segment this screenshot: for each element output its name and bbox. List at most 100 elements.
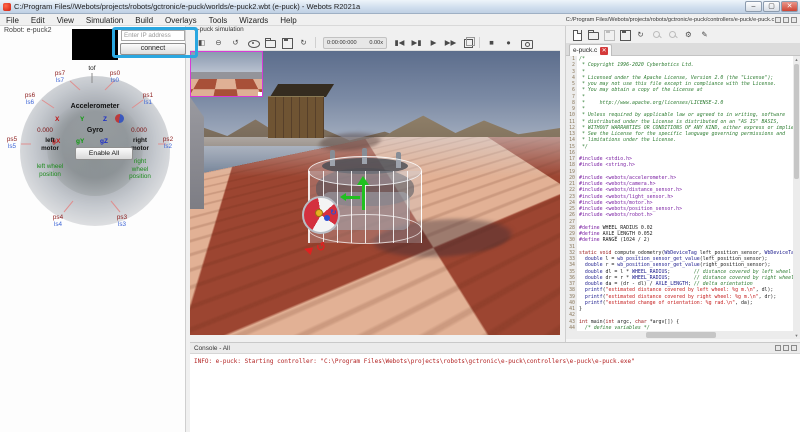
editor-dock-titlebar: C:/Program Files/Webots/projects/robots/…: [565, 14, 800, 26]
menu-overlays[interactable]: Overlays: [159, 16, 203, 25]
accelerometer-title: Accelerometer: [35, 103, 155, 110]
console-dock-minimize-icon[interactable]: [783, 345, 789, 351]
robot-window-panel: Robot: e-puck2 connect tof ps7ls7 ps0ls0…: [0, 26, 186, 432]
menu-simulation[interactable]: Simulation: [80, 16, 129, 25]
record-movie-icon[interactable]: ●: [501, 36, 516, 49]
sensor-label-ps4: ps4ls4: [46, 214, 70, 228]
close-button[interactable]: ✕: [781, 1, 798, 12]
open-file-icon[interactable]: [585, 28, 600, 41]
menu-help[interactable]: Help: [274, 16, 302, 25]
open-world-icon[interactable]: [262, 36, 277, 49]
restore-viewpoint-icon[interactable]: ↺: [228, 36, 243, 49]
camera-overlay[interactable]: [190, 51, 263, 97]
new-file-icon[interactable]: [569, 28, 584, 41]
minimize-button[interactable]: –: [745, 1, 762, 12]
editor-vertical-scrollbar[interactable]: ▲ ▼: [793, 56, 800, 339]
simulation-panel: e-puck simulation ◧⊖↺↻ 0:00:00:000 0.00x…: [190, 26, 560, 342]
camera-overlay-sky: [191, 52, 262, 72]
rendering-eye-icon[interactable]: [245, 36, 260, 49]
editor-dock-close-icon[interactable]: [791, 17, 797, 23]
fast-forward-icon[interactable]: ▶▶: [443, 36, 458, 49]
left-motor-label: left motor: [30, 137, 70, 152]
hscroll-thumb[interactable]: [646, 332, 716, 338]
editor-dock-minimize-icon[interactable]: [783, 17, 789, 23]
save-file-icon[interactable]: [601, 28, 616, 41]
console-panel: Console - All INFO: e-puck: Starting con…: [190, 342, 800, 432]
edit-pencil-icon[interactable]: ✎: [697, 28, 712, 41]
tab-close-icon[interactable]: ✕: [600, 47, 608, 55]
webots-logo-icon: [3, 3, 11, 11]
sensor-label-ps0: ps0ls0: [103, 70, 127, 84]
sensor-label-ps5: ps5ls5: [0, 136, 24, 150]
right-speed-value: 0.000: [124, 127, 154, 134]
simulation-time: 0:00:00:000: [327, 40, 357, 46]
console-dock-float-icon[interactable]: [775, 345, 781, 351]
editor-file-path: C:/Program Files/Webots/projects/robots/…: [565, 17, 775, 23]
vscroll-thumb[interactable]: [794, 64, 799, 179]
simulation-toolbar: ◧⊖↺↻ 0:00:00:000 0.00x ▮◀▶▮▶▶▶ ■●: [190, 35, 560, 51]
screenshot-camera-icon[interactable]: [518, 36, 533, 49]
window-title: C:/Program Files//Webots/projects/robots…: [14, 2, 360, 11]
simulation-tab[interactable]: e-puck simulation: [194, 26, 244, 33]
text-editor-panel: ↻ ⚙✎ e-puck.c ✕ 1/*2 * Copyright 1996-202…: [565, 26, 800, 342]
y-axis-arrow-head: [357, 176, 369, 185]
accel-x-label[interactable]: X: [55, 116, 59, 123]
find-icon[interactable]: [649, 28, 664, 41]
camera-overlay-floor: [190, 79, 263, 97]
green-handle-arrow[interactable]: [346, 196, 360, 199]
epuck-robot[interactable]: ↺ ↻: [300, 156, 430, 266]
simulation-speed: 0.00x: [369, 40, 383, 46]
editor-dock-float-icon[interactable]: [775, 17, 781, 23]
gyro-y-label[interactable]: gY: [76, 138, 84, 145]
tof-label: tof: [80, 65, 104, 72]
preferences-gear-icon[interactable]: ⚙: [681, 28, 696, 41]
3d-viewport[interactable]: ↺ ↻: [190, 51, 560, 335]
editor-tab-label: e-puck.c: [573, 47, 597, 54]
console-header: Console - All: [190, 343, 800, 354]
y-axis-arrow[interactable]: [362, 184, 365, 210]
wooden-crate[interactable]: [268, 96, 324, 138]
menu-view[interactable]: View: [51, 16, 80, 25]
editor-tab[interactable]: e-puck.c ✕: [569, 44, 612, 56]
left-speed-value: 0.000: [30, 127, 60, 134]
right-wheel-position-label[interactable]: right wheel position: [118, 158, 162, 181]
rewind-icon[interactable]: ▮◀: [392, 36, 407, 49]
z-rotation-icon[interactable]: ↻: [330, 208, 337, 217]
console-log-line: INFO: e-puck: Starting controller: "C:\P…: [194, 358, 635, 365]
play-icon[interactable]: ▶: [426, 36, 441, 49]
save-world-icon[interactable]: [279, 36, 294, 49]
accel-y-label[interactable]: Y: [80, 116, 84, 123]
simulation-time-display: 0:00:00:000 0.00x: [323, 37, 387, 49]
menu-tools[interactable]: Tools: [203, 16, 234, 25]
accel-z-label[interactable]: Z: [103, 116, 107, 123]
gyro-title: Gyro: [72, 127, 118, 134]
revert-file-icon[interactable]: ↻: [633, 28, 648, 41]
maximize-button[interactable]: ▢: [763, 1, 780, 12]
step-icon[interactable]: ▶▮: [409, 36, 424, 49]
save-as-icon[interactable]: [617, 28, 632, 41]
camera-overlay-resize-grip[interactable]: [258, 92, 262, 96]
annotation-highlight: [112, 27, 198, 58]
menu-wizards[interactable]: Wizards: [233, 16, 274, 25]
console-title: Console - All: [194, 345, 775, 352]
left-wheel-position-label[interactable]: left wheel position: [26, 163, 74, 178]
title-bar: C:/Program Files//Webots/projects/robots…: [0, 0, 800, 14]
editor-toolbar: ↻ ⚙✎: [566, 26, 800, 43]
console-dock-close-icon[interactable]: [791, 345, 797, 351]
menu-file[interactable]: File: [0, 16, 25, 25]
x-axis-arrow[interactable]: [303, 245, 313, 255]
menu-edit[interactable]: Edit: [25, 16, 51, 25]
sensor-label-ps7: ps7ls7: [48, 70, 72, 84]
editor-tab-bar: e-puck.c ✕: [566, 43, 800, 56]
editor-horizontal-scrollbar[interactable]: [566, 331, 794, 339]
replace-icon[interactable]: [665, 28, 680, 41]
sensor-label-ps3: ps3ls3: [110, 214, 134, 228]
world-reset-cube-icon[interactable]: [460, 36, 475, 49]
stop-movie-icon[interactable]: ■: [484, 36, 499, 49]
gyro-z-label[interactable]: gZ: [100, 138, 108, 145]
remove-object-icon[interactable]: ⊖: [211, 36, 226, 49]
reload-world-icon[interactable]: ↻: [296, 36, 311, 49]
menu-row: FileEditViewSimulationBuildOverlaysTools…: [0, 14, 800, 26]
menu-build[interactable]: Build: [129, 16, 159, 25]
code-area[interactable]: 1/*2 * Copyright 1996-2020 Cyberbotics L…: [566, 56, 794, 331]
